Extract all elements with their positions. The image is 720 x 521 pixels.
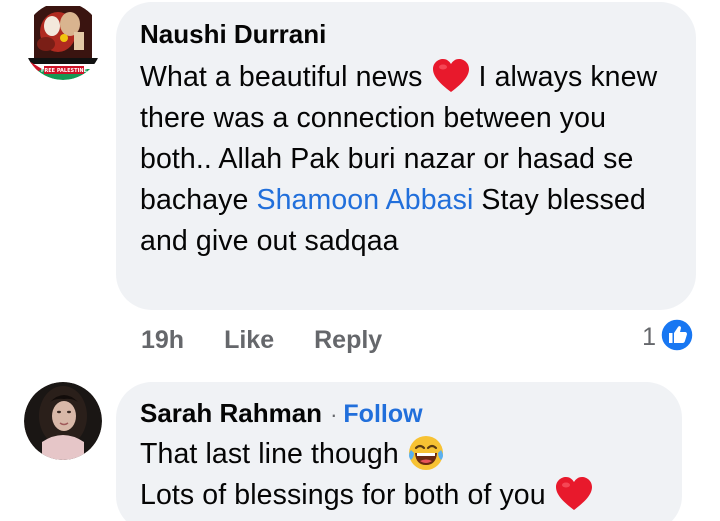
follow-button[interactable]: Follow bbox=[343, 400, 422, 429]
comment-bubble: Naushi Durrani What a beautiful news I a… bbox=[116, 2, 696, 310]
author-row: Sarah Rahman · Follow bbox=[140, 397, 660, 429]
mention-link[interactable]: Shamoon Abbasi bbox=[256, 184, 473, 216]
reaction-count: 1 bbox=[642, 323, 656, 351]
comment-text: What a beautiful news I always knew ther… bbox=[140, 57, 674, 262]
comment-line: Lots of blessings for both of you bbox=[140, 475, 660, 516]
avatar[interactable]: FREE PALESTINE bbox=[24, 2, 102, 80]
avatar[interactable] bbox=[24, 382, 102, 460]
comment-bubble: Sarah Rahman · Follow That last line tho… bbox=[116, 382, 682, 521]
like-thumb-icon bbox=[660, 318, 694, 357]
reply-button[interactable]: Reply bbox=[314, 322, 382, 358]
comments-thread: FREE PALESTINE Naushi Durrani What a bea… bbox=[0, 0, 720, 521]
comment-timestamp[interactable]: 19h bbox=[141, 322, 184, 358]
comment-actions: 19h Like Reply bbox=[141, 322, 382, 358]
comment-author[interactable]: Naushi Durrani bbox=[140, 18, 674, 50]
laughing-tears-emoji bbox=[407, 434, 445, 472]
like-button[interactable]: Like bbox=[224, 322, 274, 358]
comment-line: That last line though bbox=[140, 434, 660, 475]
comment-text-part: That last line though bbox=[140, 438, 407, 470]
comment-text-part: Lots of blessings for both of you bbox=[140, 479, 554, 511]
reaction-summary[interactable]: 1 bbox=[642, 318, 694, 357]
avatar-badge-text: FREE PALESTINE bbox=[41, 68, 88, 74]
separator-dot: · bbox=[330, 402, 338, 427]
comment-author[interactable]: Sarah Rahman bbox=[140, 397, 322, 429]
red-heart-emoji bbox=[431, 58, 471, 94]
comment-text-part: What a beautiful news bbox=[140, 61, 431, 93]
red-heart-emoji bbox=[554, 476, 594, 512]
comment-text: That last line though Lots of blessings … bbox=[140, 434, 660, 516]
